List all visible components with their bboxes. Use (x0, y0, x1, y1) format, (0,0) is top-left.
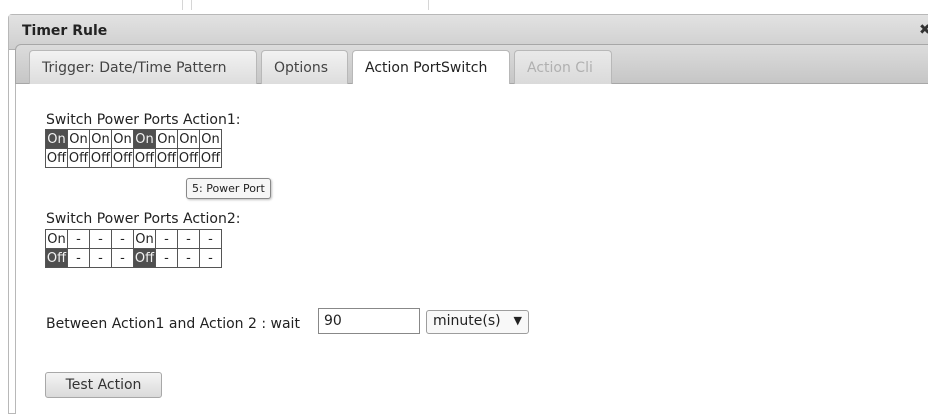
action2-port-grid: On - - - On - - - Off - - - Off - - - (45, 229, 222, 268)
tab-bar: Trigger: Date/Time Pattern Options Actio… (15, 44, 928, 86)
wait-label: Between Action1 and Action 2 : wait (46, 316, 300, 332)
strip-divider (182, 0, 183, 10)
action2-on-row: On - - - On - - - (45, 229, 222, 249)
action2-port-1-on[interactable]: On (45, 229, 68, 249)
close-icon[interactable]: ✖ (919, 22, 928, 38)
action1-on-row: On On On On On On On On (45, 129, 222, 149)
action1-port-4-off[interactable]: Off (111, 148, 134, 168)
action2-port-4-on[interactable]: - (111, 229, 134, 249)
action1-port-2-off[interactable]: Off (67, 148, 90, 168)
strip-divider (191, 0, 192, 10)
action1-port-7-off[interactable]: Off (177, 148, 200, 168)
action2-label: Switch Power Ports Action2: (46, 211, 241, 227)
action2-port-3-off[interactable]: - (89, 248, 112, 268)
strip-divider (428, 0, 429, 10)
action2-port-7-on[interactable]: - (177, 229, 200, 249)
action2-port-5-off[interactable]: Off (133, 248, 156, 268)
action1-port-3-off[interactable]: Off (89, 148, 112, 168)
action1-port-1-on[interactable]: On (45, 129, 68, 149)
port-tooltip: 5: Power Port (186, 178, 271, 199)
action1-off-row: Off Off Off Off Off Off Off Off (45, 148, 222, 168)
action1-port-3-on[interactable]: On (89, 129, 112, 149)
action2-port-1-off[interactable]: Off (45, 248, 68, 268)
action1-port-8-off[interactable]: Off (199, 148, 222, 168)
wait-unit-select[interactable]: minute(s) ▼ (426, 310, 529, 334)
action2-port-8-off[interactable]: - (199, 248, 222, 268)
action1-port-grid: On On On On On On On On Off Off Off Off Off Off Off Of… (45, 129, 222, 168)
action1-label: Switch Power Ports Action1: (46, 112, 241, 128)
background-window-strip (0, 0, 928, 12)
dialog-title: Timer Rule (22, 23, 108, 39)
action2-off-row: Off - - - Off - - - (45, 248, 222, 268)
action1-port-6-on[interactable]: On (155, 129, 178, 149)
action1-port-7-on[interactable]: On (177, 129, 200, 149)
action1-port-6-off[interactable]: Off (155, 148, 178, 168)
action1-port-5-on[interactable]: On (133, 129, 156, 149)
wait-input[interactable] (318, 308, 420, 334)
action2-port-6-on[interactable]: - (155, 229, 178, 249)
action2-port-7-off[interactable]: - (177, 248, 200, 268)
action1-port-5-off[interactable]: Off (133, 148, 156, 168)
action2-port-4-off[interactable]: - (111, 248, 134, 268)
action2-port-2-off[interactable]: - (67, 248, 90, 268)
wait-unit-value: minute(s) (433, 313, 501, 329)
action2-port-8-on[interactable]: - (199, 229, 222, 249)
action2-port-3-on[interactable]: - (89, 229, 112, 249)
tab-action-portswitch[interactable]: Action PortSwitch (352, 50, 510, 86)
action2-port-2-on[interactable]: - (67, 229, 90, 249)
tab-trigger-date-time-pattern[interactable]: Trigger: Date/Time Pattern (29, 50, 257, 84)
tab-options[interactable]: Options (261, 50, 348, 84)
action2-port-5-on[interactable]: On (133, 229, 156, 249)
test-action-button[interactable]: Test Action (45, 372, 162, 398)
action1-port-2-on[interactable]: On (67, 129, 90, 149)
action2-port-6-off[interactable]: - (155, 248, 178, 268)
action1-port-4-on[interactable]: On (111, 129, 134, 149)
chevron-down-icon: ▼ (513, 314, 522, 327)
action1-port-1-off[interactable]: Off (45, 148, 68, 168)
tab-action-cli: Action Cli (514, 50, 612, 84)
action1-port-8-on[interactable]: On (199, 129, 222, 149)
